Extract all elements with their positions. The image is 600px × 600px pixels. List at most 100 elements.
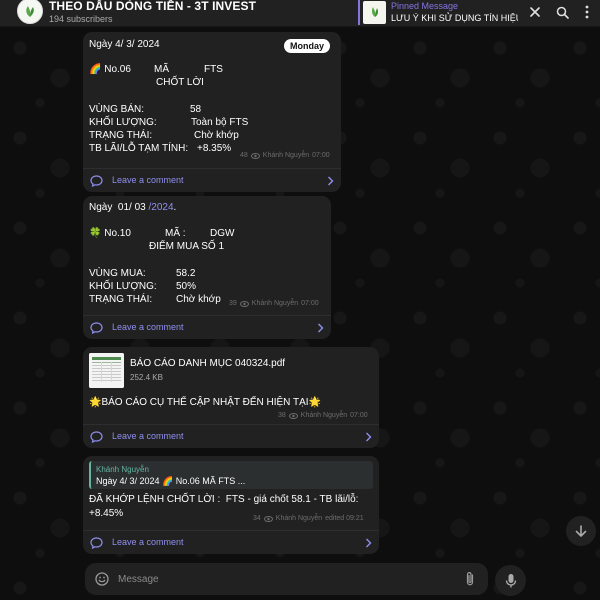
date-link[interactable]: /2024 bbox=[148, 202, 173, 213]
row-label: KHỐI LƯỢNG: bbox=[89, 281, 157, 292]
message-author: Khánh Nguyễn bbox=[275, 515, 323, 522]
emoji-icon[interactable] bbox=[95, 572, 109, 586]
view-count: 34 bbox=[253, 515, 261, 522]
pinned-message-bar[interactable]: Pinned Message LƯU Ý KHI SỬ DỤNG TÍN HIỆ… bbox=[358, 0, 518, 25]
message-composer bbox=[85, 563, 488, 595]
message-text: ĐÃ KHỚP LỆNH CHỐT LỜI : FTS - giá chốt 5… bbox=[89, 494, 359, 505]
message-meta: 48 Khánh Nguyễn 07:00 bbox=[240, 149, 330, 162]
row-label: TRẠNG THÁI: bbox=[89, 294, 153, 305]
message-bubble[interactable]: Khánh Nguyễn Ngày 4/ 3/ 2024 🌈 No.06 MÃ … bbox=[83, 456, 379, 554]
message-input[interactable] bbox=[118, 571, 438, 587]
comment-label: Leave a comment bbox=[112, 322, 184, 332]
scroll-down-button[interactable] bbox=[566, 516, 596, 546]
channel-avatar[interactable] bbox=[17, 0, 43, 24]
code-label: MÃ : bbox=[165, 228, 186, 239]
reply-quote[interactable]: Khánh Nguyễn Ngày 4/ 3/ 2024 🌈 No.06 MÃ … bbox=[89, 461, 373, 489]
row-value: +8.35% bbox=[197, 143, 232, 154]
more-vertical-icon bbox=[585, 5, 589, 19]
row-value: 50% bbox=[176, 281, 197, 292]
eye-icon bbox=[288, 412, 298, 419]
row-label: VÙNG MUA: bbox=[89, 268, 146, 279]
view-count: 39 bbox=[229, 300, 237, 307]
leave-comment-button[interactable]: Leave a comment bbox=[83, 168, 341, 192]
chevron-right-icon bbox=[328, 176, 334, 186]
file-size: 252.4 KB bbox=[130, 373, 163, 382]
eye-icon bbox=[250, 152, 260, 159]
message-bubble[interactable]: Ngày 01/ 03 /2024. 🍀 No.10 MÃ : DGW ĐIỂM… bbox=[83, 196, 331, 339]
comment-icon bbox=[90, 321, 103, 334]
chat-header: THEO DẤU DÒNG TIỀN - 3T INVEST 194 subsc… bbox=[0, 0, 600, 27]
comment-icon bbox=[90, 174, 103, 187]
stock-code: DGW bbox=[210, 228, 235, 239]
search-icon bbox=[556, 6, 569, 19]
channel-info[interactable]: THEO DẤU DÒNG TIỀN - 3T INVEST 194 subsc… bbox=[49, 0, 256, 25]
leaf-logo-icon bbox=[371, 7, 378, 17]
voice-message-button[interactable] bbox=[495, 565, 526, 596]
date-text: Ngày 01/ 03 bbox=[89, 202, 149, 213]
chevron-right-icon bbox=[366, 538, 372, 548]
close-icon bbox=[530, 7, 540, 17]
stock-code: FTS bbox=[204, 64, 223, 75]
pinned-text: LƯU Ý KHI SỬ DỤNG TÍN HIỆU... bbox=[391, 12, 518, 23]
row-value: 58.2 bbox=[176, 268, 196, 279]
channel-title: THEO DẤU DÒNG TIỀN - 3T INVEST bbox=[49, 0, 257, 13]
arrow-down-icon bbox=[575, 525, 587, 537]
view-count: 48 bbox=[240, 152, 248, 159]
comment-label: Leave a comment bbox=[112, 175, 184, 185]
eye-icon bbox=[263, 515, 273, 522]
message-author: Khánh Nguyễn bbox=[300, 412, 348, 419]
message-time: 07:00 bbox=[312, 152, 330, 159]
date-suffix: . bbox=[173, 202, 177, 213]
pinned-thumbnail bbox=[363, 0, 386, 24]
paperclip-icon[interactable] bbox=[464, 571, 476, 587]
eye-icon bbox=[239, 300, 249, 307]
close-pinned-button[interactable] bbox=[525, 2, 545, 22]
search-button[interactable] bbox=[552, 2, 572, 22]
leaf-logo-icon bbox=[26, 6, 34, 17]
file-name[interactable]: BÁO CÁO DANH MỤC 040324.pdf bbox=[130, 357, 285, 370]
message-meta: 39 Khánh Nguyễn 07:00 bbox=[229, 297, 319, 310]
chevron-right-icon bbox=[366, 432, 372, 442]
more-menu-button[interactable] bbox=[577, 2, 597, 22]
message-meta: 38 Khánh Nguyễn 07:00 bbox=[278, 409, 368, 422]
row-value: Chờ khớp bbox=[194, 130, 239, 141]
row-value: 58 bbox=[190, 104, 202, 115]
leave-comment-button[interactable]: Leave a comment bbox=[83, 315, 331, 339]
message-bubble[interactable]: Ngày 4/ 3/ 2024 Monday 🌈 No.06 MÃ FTS CH… bbox=[83, 32, 341, 192]
row-label: TB LÃI/LỖ TẠM TÍNH: bbox=[89, 143, 189, 154]
pdf-thumbnail[interactable] bbox=[89, 353, 124, 388]
document-preview-icon bbox=[89, 353, 124, 388]
action-label: ĐIỂM MUA SỐ 1 bbox=[149, 241, 225, 252]
leave-comment-button[interactable]: Leave a comment bbox=[83, 424, 379, 448]
message-time: 07:00 bbox=[301, 300, 319, 307]
signal-number: 🍀 No.10 bbox=[89, 228, 131, 239]
message-author: Khánh Nguyễn bbox=[251, 300, 299, 307]
message-bubble[interactable]: BÁO CÁO DANH MỤC 040324.pdf 252.4 KB 🌟BÁ… bbox=[83, 347, 379, 448]
subscriber-count: 194 subscribers bbox=[49, 14, 113, 24]
comment-label: Leave a comment bbox=[112, 431, 184, 441]
row-label: TRẠNG THÁI: bbox=[89, 130, 153, 141]
message-date: Ngày 4/ 3/ 2024 bbox=[89, 39, 160, 50]
microphone-icon bbox=[505, 573, 516, 587]
chevron-right-icon bbox=[318, 323, 324, 333]
message-text: 🌟BÁO CÁO CỤ THỂ CẬP NHẬT ĐẾN HIỆN TẠI🌟 bbox=[89, 397, 321, 408]
code-label: MÃ bbox=[154, 64, 169, 75]
comment-label: Leave a comment bbox=[112, 537, 184, 547]
row-value: Toàn bộ FTS bbox=[191, 117, 249, 128]
row-value: Chờ khớp bbox=[176, 294, 221, 305]
comment-icon bbox=[90, 430, 103, 443]
message-date: Ngày 01/ 03 /2024. bbox=[89, 201, 176, 214]
day-badge: Monday bbox=[284, 39, 331, 53]
reply-text: Ngày 4/ 3/ 2024 🌈 No.06 MÃ FTS ... bbox=[96, 476, 246, 486]
message-time: 07:00 bbox=[350, 412, 368, 419]
chat-area[interactable]: Ngày 4/ 3/ 2024 Monday 🌈 No.06 MÃ FTS CH… bbox=[0, 28, 600, 600]
comment-icon bbox=[90, 536, 103, 549]
message-text: +8.45% bbox=[89, 508, 124, 519]
message-author: Khánh Nguyễn bbox=[262, 152, 310, 159]
row-label: VÙNG BÁN: bbox=[89, 104, 145, 115]
action-label: CHỐT LỜI bbox=[156, 77, 204, 88]
edited-time: edited 09:21 bbox=[325, 515, 364, 522]
leave-comment-button[interactable]: Leave a comment bbox=[83, 530, 379, 554]
pinned-title: Pinned Message bbox=[391, 0, 459, 11]
row-label: KHỐI LƯỢNG: bbox=[89, 117, 157, 128]
